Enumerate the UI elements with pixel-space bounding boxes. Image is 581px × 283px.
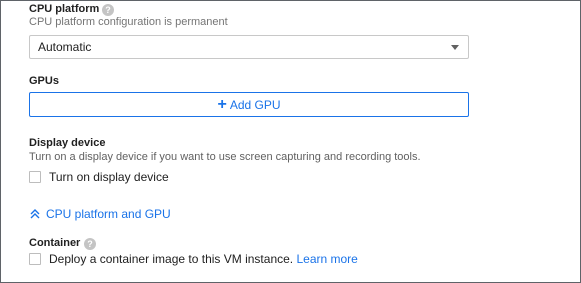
collapse-cpu-gpu-link[interactable]: CPU platform and GPU <box>30 207 171 221</box>
collapse-link-label: CPU platform and GPU <box>46 207 171 221</box>
plus-icon: + <box>217 95 227 113</box>
chevron-down-icon <box>451 45 459 50</box>
container-title: Container <box>29 237 81 249</box>
display-device-checkbox[interactable] <box>29 171 41 183</box>
chevron-double-up-icon <box>30 209 40 219</box>
cpu-platform-select[interactable]: Automatic <box>29 35 469 59</box>
container-checkbox-row: Deploy a container image to this VM inst… <box>49 252 358 266</box>
add-gpu-button[interactable]: + Add GPU <box>29 92 469 117</box>
learn-more-link[interactable]: Learn more <box>296 252 357 266</box>
container-help-icon[interactable]: ? <box>84 238 96 250</box>
cpu-platform-subtitle: CPU platform configuration is permanent <box>29 16 228 28</box>
add-gpu-label: Add GPU <box>229 97 281 112</box>
display-device-checkbox-label[interactable]: Turn on display device <box>49 170 169 184</box>
cpu-platform-title: CPU platform <box>29 3 100 15</box>
cpu-platform-help-icon[interactable]: ? <box>102 4 114 16</box>
display-device-title: Display device <box>29 137 106 149</box>
cpu-platform-select-value: Automatic <box>38 40 92 54</box>
display-device-subtitle: Turn on a display device if you want to … <box>29 151 421 163</box>
container-checkbox-label[interactable]: Deploy a container image to this VM inst… <box>49 252 293 266</box>
container-checkbox[interactable] <box>29 253 41 265</box>
gpus-title: GPUs <box>29 75 59 87</box>
